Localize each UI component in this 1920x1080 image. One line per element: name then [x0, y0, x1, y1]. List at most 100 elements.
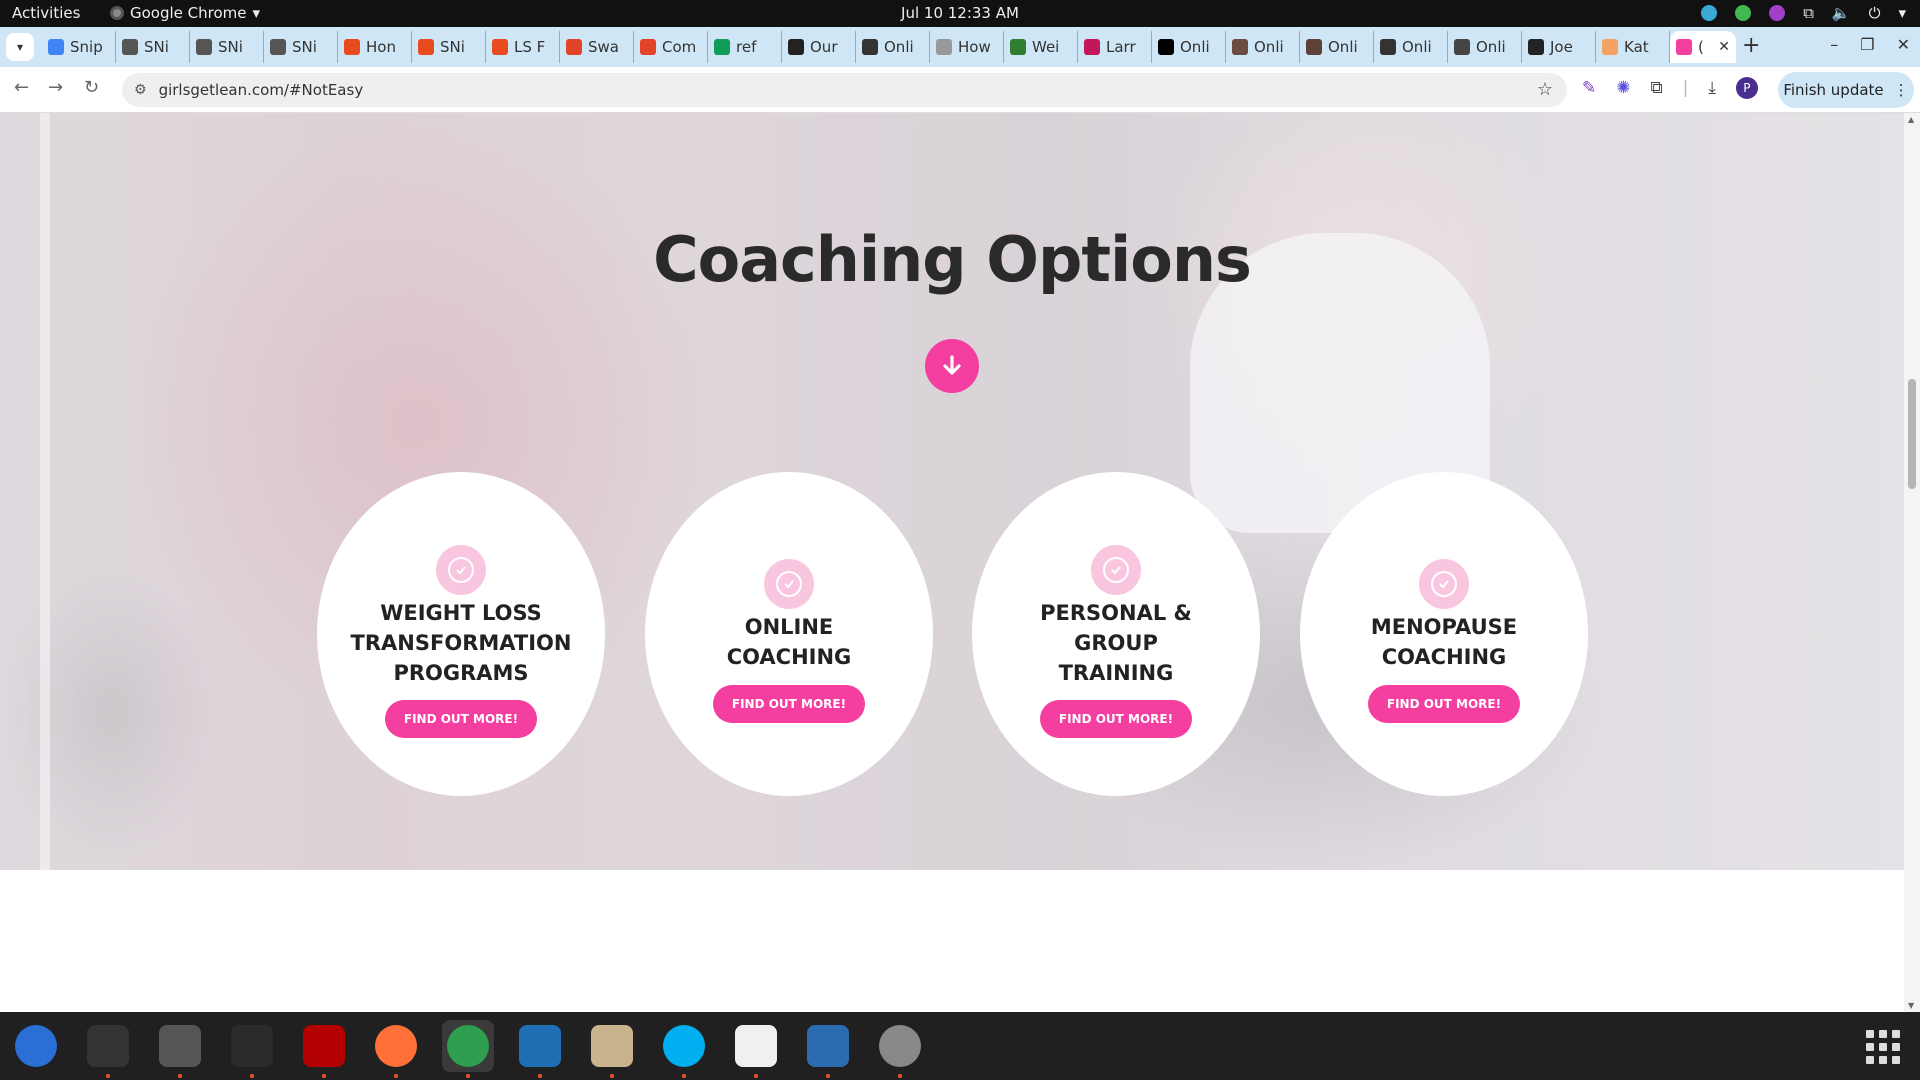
find-out-more-button[interactable]: FIND OUT MORE! — [385, 700, 537, 738]
close-icon[interactable]: ✕ — [1897, 35, 1910, 54]
scrollbar-thumb[interactable] — [1908, 379, 1916, 489]
browser-tab[interactable]: Our — [782, 31, 856, 63]
new-tab-button[interactable]: + — [1742, 33, 1760, 58]
scroll-down-arrow-icon[interactable]: ▼ — [1908, 1001, 1914, 1010]
reload-icon[interactable]: ↻ — [84, 77, 99, 98]
dock-vscode[interactable] — [514, 1020, 566, 1078]
browser-tab[interactable]: ref — [708, 31, 782, 63]
dock-document-viewer[interactable] — [802, 1020, 854, 1078]
browser-tab[interactable]: SNi — [190, 31, 264, 63]
bookmark-star-icon[interactable]: ☆ — [1537, 79, 1553, 100]
pen-extension-icon[interactable]: ✎ — [1582, 78, 1596, 98]
system-tray[interactable]: ⧉ 🔈 ⏻ ▾ — [1701, 4, 1906, 22]
tab-favicon-icon — [1158, 39, 1174, 55]
clock[interactable]: Jul 10 12:33 AM — [0, 4, 1920, 22]
browser-tab[interactable]: Onli — [856, 31, 930, 63]
find-out-more-button[interactable]: FIND OUT MORE! — [1368, 685, 1520, 723]
find-out-more-button[interactable]: FIND OUT MORE! — [713, 685, 865, 723]
toolbar-icons: ✎ ✺ ⧉ | ⤓ P — [1582, 77, 1758, 99]
tab-label: Snip — [70, 38, 103, 56]
page-scrollbar[interactable]: ▲ ▼ — [1904, 113, 1920, 1012]
filezilla-icon — [303, 1025, 345, 1067]
browser-tab[interactable]: Swa — [560, 31, 634, 63]
dock-skype[interactable] — [658, 1020, 710, 1078]
browser-tab[interactable]: Kat — [1596, 31, 1670, 63]
tab-label: Onli — [1402, 38, 1432, 56]
url-text[interactable]: girlsgetlean.com/#NotEasy — [159, 81, 364, 99]
tab-label: ref — [736, 38, 757, 56]
browser-tab[interactable]: Wei — [1004, 31, 1078, 63]
browser-tab[interactable]: How — [930, 31, 1004, 63]
browser-tab[interactable]: Snip — [42, 31, 116, 63]
show-apps-grid-icon[interactable] — [1866, 1030, 1900, 1064]
address-bar[interactable]: ⚙ girlsgetlean.com/#NotEasy ☆ — [122, 73, 1567, 107]
site-settings-icon[interactable]: ⚙ — [134, 82, 147, 98]
maximize-icon[interactable]: ❐ — [1860, 35, 1874, 54]
tab-favicon-icon — [714, 39, 730, 55]
sparkle-extension-icon[interactable]: ✺ — [1616, 78, 1630, 98]
extension-tray-icon[interactable] — [1769, 5, 1786, 21]
chevron-down-icon[interactable]: ▾ — [1898, 4, 1906, 22]
browser-tab[interactable]: SNi — [116, 31, 190, 63]
dock-terminal[interactable] — [82, 1020, 134, 1078]
browser-tab[interactable]: Joe — [1522, 31, 1596, 63]
find-out-more-button[interactable]: FIND OUT MORE! — [1040, 700, 1192, 738]
option-heading: WEIGHT LOSS TRANSFORMATION PROGRAMS — [350, 601, 572, 685]
browser-tab[interactable]: SNi — [412, 31, 486, 63]
browser-tab[interactable]: Onli — [1300, 31, 1374, 63]
browser-tab[interactable]: Onli — [1374, 31, 1448, 63]
scroll-up-arrow-icon[interactable]: ▲ — [1908, 115, 1914, 124]
dock-chrome[interactable] — [442, 1020, 494, 1078]
tab-favicon-icon — [270, 39, 286, 55]
tab-favicon-icon — [1380, 39, 1396, 55]
browser-tab[interactable]: Onli — [1226, 31, 1300, 63]
tab-label: SNi — [218, 38, 243, 56]
system-monitor-icon — [231, 1025, 273, 1067]
back-icon[interactable]: ← — [14, 77, 29, 98]
close-tab-icon[interactable]: ✕ — [1718, 39, 1730, 55]
browser-tab[interactable]: Onli — [1448, 31, 1522, 63]
shield-check-icon[interactable] — [1735, 5, 1752, 21]
dock-thunderbird[interactable] — [10, 1020, 62, 1072]
forward-icon[interactable]: → — [48, 77, 63, 98]
running-indicator — [754, 1074, 758, 1078]
dock-firefox[interactable] — [370, 1020, 422, 1078]
tab-label: Onli — [1180, 38, 1210, 56]
power-icon[interactable]: ⏻ — [1869, 4, 1881, 22]
active-browser-tab[interactable]: (✕ — [1670, 31, 1736, 63]
browser-tab[interactable]: Larr — [1078, 31, 1152, 63]
extensions-puzzle-icon[interactable]: ⧉ — [1651, 78, 1663, 98]
dock-text-editor[interactable] — [730, 1020, 782, 1078]
app-menu[interactable]: Google Chrome ▾ — [110, 4, 260, 22]
running-indicator — [322, 1074, 326, 1078]
browser-tab[interactable]: Onli — [1152, 31, 1226, 63]
browser-tab[interactable]: Com — [634, 31, 708, 63]
activities-button[interactable]: Activities — [12, 4, 80, 22]
tab-search-button[interactable]: ▾ — [6, 33, 34, 61]
tab-label: Com — [662, 38, 697, 56]
profile-avatar[interactable]: P — [1735, 77, 1758, 99]
tab-favicon-icon — [640, 39, 656, 55]
arrow-down-icon — [943, 355, 961, 375]
sync-icon[interactable] — [1701, 5, 1718, 21]
volume-icon[interactable]: 🔈 — [1832, 4, 1851, 22]
option-heading: PERSONAL & GROUP TRAINING — [1040, 601, 1192, 685]
dock-calculator[interactable] — [154, 1020, 206, 1078]
running-indicator — [610, 1074, 614, 1078]
browser-tab[interactable]: LS F — [486, 31, 560, 63]
minimize-icon[interactable]: – — [1830, 35, 1838, 54]
app-menu-label: Google Chrome — [130, 4, 247, 22]
dock-files[interactable] — [586, 1020, 638, 1078]
scroll-down-button[interactable] — [925, 339, 979, 393]
browser-tab[interactable]: SNi — [264, 31, 338, 63]
network-icon[interactable]: ⧉ — [1803, 4, 1814, 22]
chrome-icon — [447, 1025, 489, 1067]
check-circle-icon — [1091, 545, 1141, 595]
download-icon[interactable]: ⤓ — [1708, 78, 1716, 98]
dock-disk[interactable] — [874, 1020, 926, 1078]
dock-filezilla[interactable] — [298, 1020, 350, 1078]
browser-tab[interactable]: Hon — [338, 31, 412, 63]
tab-label: Swa — [588, 38, 619, 56]
dock-system-monitor[interactable] — [226, 1020, 278, 1078]
finish-update-button[interactable]: Finish update ⋮ — [1778, 72, 1914, 108]
